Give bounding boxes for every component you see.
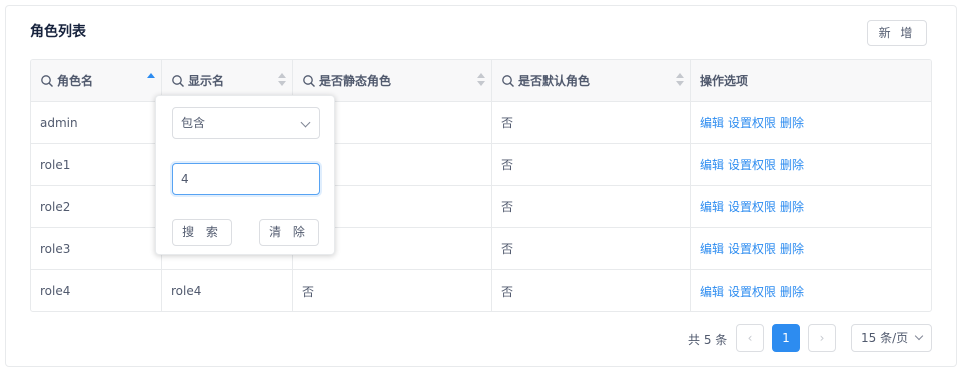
- set-permissions-link[interactable]: 设置权限: [728, 156, 776, 173]
- cell-is-default: 否: [492, 102, 691, 143]
- page-size-select[interactable]: 15 条/页: [851, 324, 932, 352]
- cell-role-name: role4: [31, 270, 162, 311]
- delete-link[interactable]: 删除: [780, 114, 804, 131]
- column-filter-popover: 包含 搜 索 清 除: [155, 95, 335, 255]
- edit-link[interactable]: 编辑: [700, 283, 724, 300]
- cell-role-name: role2: [31, 186, 162, 227]
- cell-is-default: 否: [492, 186, 691, 227]
- cell-role-name: admin: [31, 102, 162, 143]
- add-button[interactable]: 新 增: [867, 20, 927, 46]
- cell-is-default: 否: [492, 270, 691, 311]
- set-permissions-link[interactable]: 设置权限: [728, 283, 776, 300]
- page-1-button[interactable]: 1: [772, 324, 800, 352]
- prev-page-button[interactable]: ‹: [736, 324, 764, 352]
- sort-icon[interactable]: [278, 73, 286, 87]
- search-icon[interactable]: [171, 74, 185, 88]
- cell-is-default: 否: [492, 144, 691, 185]
- next-page-button[interactable]: ›: [808, 324, 836, 352]
- table-row: role4 role4 否 否 编辑 设置权限 删除: [31, 270, 931, 311]
- filter-value-input[interactable]: [172, 163, 320, 195]
- search-icon[interactable]: [501, 74, 515, 88]
- search-icon[interactable]: [40, 74, 54, 88]
- sort-icon[interactable]: [676, 73, 684, 87]
- column-header-role-name[interactable]: 角色名: [31, 60, 162, 101]
- clear-button[interactable]: 清 除: [259, 219, 319, 246]
- search-button[interactable]: 搜 索: [172, 219, 232, 246]
- sort-icon[interactable]: [147, 73, 155, 87]
- cell-is-static: 否: [293, 270, 492, 311]
- cell-role-name: role1: [31, 144, 162, 185]
- column-label: 显示名: [188, 74, 225, 88]
- column-label: 角色名: [57, 74, 94, 88]
- column-label: 是否默认角色: [518, 74, 591, 88]
- cell-actions: 编辑 设置权限 删除: [691, 144, 931, 185]
- sort-icon[interactable]: [477, 73, 485, 87]
- chevron-down-icon: [300, 117, 311, 128]
- edit-link[interactable]: 编辑: [700, 156, 724, 173]
- delete-link[interactable]: 删除: [780, 240, 804, 257]
- cell-actions: 编辑 设置权限 删除: [691, 228, 931, 269]
- delete-link[interactable]: 删除: [780, 156, 804, 173]
- cell-actions: 编辑 设置权限 删除: [691, 270, 931, 311]
- pagination-total: 共 5 条: [688, 333, 728, 347]
- column-header-is-default[interactable]: 是否默认角色: [492, 60, 691, 101]
- panel-title: 角色列表: [30, 24, 86, 40]
- cell-display-name: role4: [162, 270, 293, 311]
- page-size-value: 15 条/页: [861, 331, 909, 345]
- column-label: 操作选项: [700, 74, 749, 88]
- set-permissions-link[interactable]: 设置权限: [728, 114, 776, 131]
- search-icon[interactable]: [302, 74, 316, 88]
- filter-operator-select[interactable]: 包含: [172, 107, 320, 139]
- cell-is-default: 否: [492, 228, 691, 269]
- delete-link[interactable]: 删除: [780, 283, 804, 300]
- set-permissions-link[interactable]: 设置权限: [728, 240, 776, 257]
- edit-link[interactable]: 编辑: [700, 240, 724, 257]
- cell-actions: 编辑 设置权限 删除: [691, 102, 931, 143]
- set-permissions-link[interactable]: 设置权限: [728, 198, 776, 215]
- filter-operator-value: 包含: [181, 116, 206, 130]
- cell-actions: 编辑 设置权限 删除: [691, 186, 931, 227]
- column-label: 是否静态角色: [319, 74, 392, 88]
- edit-link[interactable]: 编辑: [700, 198, 724, 215]
- edit-link[interactable]: 编辑: [700, 114, 724, 131]
- delete-link[interactable]: 删除: [780, 198, 804, 215]
- cell-role-name: role3: [31, 228, 162, 269]
- column-header-actions: 操作选项: [691, 60, 931, 101]
- chevron-down-icon: [914, 331, 924, 341]
